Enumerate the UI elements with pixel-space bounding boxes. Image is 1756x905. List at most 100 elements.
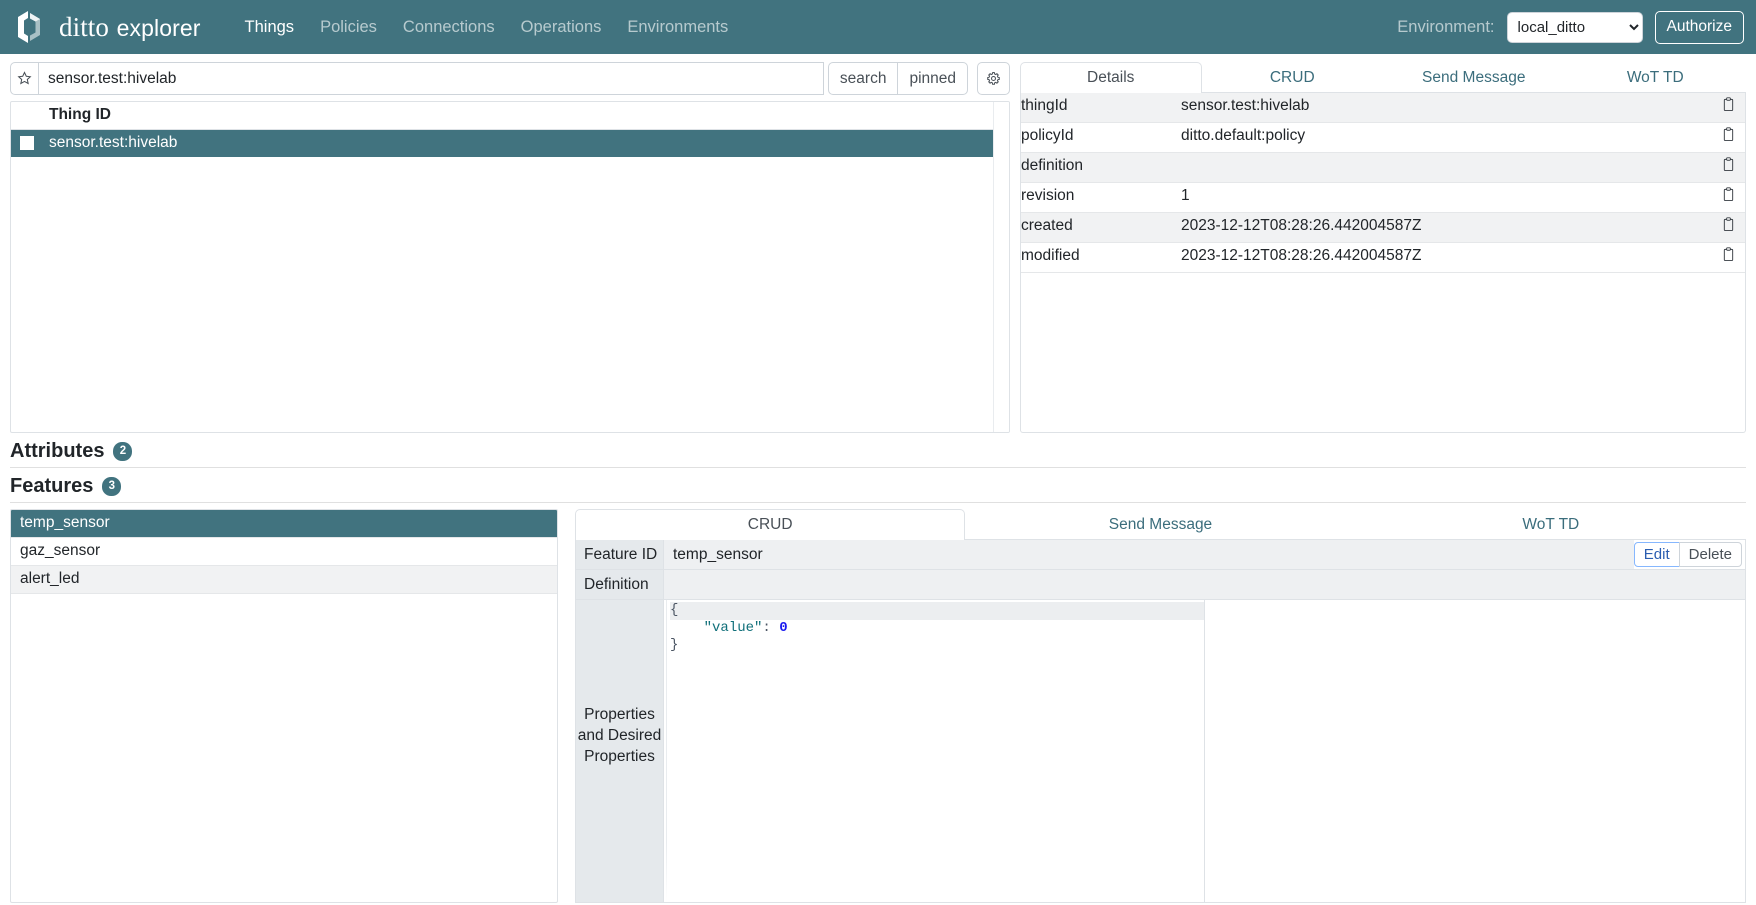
json-brace-close: } bbox=[670, 637, 679, 653]
definition-value[interactable] bbox=[664, 570, 1745, 599]
desired-properties-editor[interactable] bbox=[1205, 600, 1745, 902]
definition-row: Definition bbox=[576, 570, 1745, 600]
clipboard-icon[interactable] bbox=[1722, 157, 1735, 177]
properties-label: Properties and Desired Properties bbox=[576, 600, 664, 902]
edit-button[interactable]: Edit bbox=[1633, 542, 1680, 567]
row-checkbox-cell bbox=[11, 130, 41, 158]
tab-details[interactable]: Details bbox=[1020, 62, 1202, 93]
nav-link-policies[interactable]: Policies bbox=[320, 18, 377, 37]
environment-select[interactable]: local_ditto bbox=[1506, 11, 1643, 43]
gear-icon[interactable] bbox=[977, 62, 1010, 95]
attributes-count-badge: 2 bbox=[113, 442, 133, 461]
clipboard-icon[interactable] bbox=[1722, 247, 1735, 267]
brand-primary: ditto bbox=[59, 11, 110, 42]
feature-id-row: Feature ID temp_sensor Edit Delete bbox=[576, 540, 1745, 570]
feature-tabs: CRUD Send Message WoT TD bbox=[575, 509, 1746, 540]
code-line-open: { bbox=[670, 602, 1204, 620]
editor-fade-overlay bbox=[664, 842, 1204, 902]
authorize-button[interactable]: Authorize bbox=[1654, 10, 1744, 44]
copy-cell bbox=[1711, 93, 1745, 123]
features-area: temp_sensor gaz_sensor alert_led CRUD Se… bbox=[0, 503, 1756, 903]
thing-details-table: thingId sensor.test:hivelab policyId dit… bbox=[1021, 93, 1745, 273]
properties-code: { "value": 0} bbox=[664, 600, 1204, 655]
properties-editor[interactable]: { "value": 0} bbox=[664, 600, 1205, 902]
copy-cell bbox=[1711, 122, 1745, 153]
list-item[interactable]: alert_led bbox=[11, 566, 557, 594]
json-colon: : bbox=[762, 619, 771, 636]
thing-table-header-row: Thing ID bbox=[11, 102, 1009, 130]
feature-tab-send-message[interactable]: Send Message bbox=[965, 509, 1355, 540]
star-icon[interactable] bbox=[10, 62, 39, 95]
list-item[interactable]: gaz_sensor bbox=[11, 538, 557, 566]
thing-list-scrollbar[interactable] bbox=[993, 102, 1009, 432]
detail-key: policyId bbox=[1021, 122, 1181, 153]
json-key: "value" bbox=[703, 619, 763, 636]
thing-tabs: Details CRUD Send Message WoT TD bbox=[1020, 62, 1746, 93]
detail-key: definition bbox=[1021, 152, 1181, 183]
top-area: search pinned Thing ID bbox=[0, 54, 1756, 433]
tab-wot-td[interactable]: WoT TD bbox=[1565, 62, 1747, 93]
thing-search-column: search pinned Thing ID bbox=[10, 62, 1010, 433]
feature-tab-wot-td[interactable]: WoT TD bbox=[1356, 509, 1746, 540]
select-all-column bbox=[11, 102, 41, 130]
copy-cell bbox=[1711, 242, 1745, 273]
table-row[interactable]: sensor.test:hivelab bbox=[11, 129, 1009, 158]
feature-list: temp_sensor gaz_sensor alert_led bbox=[10, 509, 558, 903]
detail-value: 1 bbox=[1181, 182, 1711, 213]
detail-key: revision bbox=[1021, 182, 1181, 213]
json-number: 0 bbox=[779, 619, 788, 636]
copy-cell bbox=[1711, 212, 1745, 243]
environment-label: Environment: bbox=[1397, 17, 1495, 36]
thing-table: Thing ID sensor.test:hivelab bbox=[11, 102, 1009, 157]
nav-link-operations[interactable]: Operations bbox=[521, 18, 602, 37]
thing-detail-column: Details CRUD Send Message WoT TD thingId… bbox=[1010, 62, 1746, 433]
pinned-button[interactable]: pinned bbox=[897, 62, 968, 95]
table-row: revision 1 bbox=[1021, 182, 1745, 213]
detail-key: created bbox=[1021, 212, 1181, 243]
delete-button[interactable]: Delete bbox=[1678, 542, 1742, 567]
detail-value: ditto.default:policy bbox=[1181, 122, 1711, 153]
nav-link-environments[interactable]: Environments bbox=[627, 18, 728, 37]
clipboard-icon[interactable] bbox=[1722, 187, 1735, 207]
feature-actions: Edit Delete bbox=[1633, 540, 1745, 569]
navbar-right: Environment: local_ditto Authorize bbox=[1397, 10, 1744, 44]
brand-secondary: explorer bbox=[116, 14, 201, 41]
search-button[interactable]: search bbox=[827, 62, 899, 95]
features-count-badge: 3 bbox=[102, 477, 122, 496]
nav-link-connections[interactable]: Connections bbox=[403, 18, 495, 37]
tab-send-message[interactable]: Send Message bbox=[1383, 62, 1565, 93]
search-input[interactable] bbox=[39, 62, 824, 95]
desired-properties-code bbox=[1205, 600, 1745, 602]
table-row: created 2023-12-12T08:28:26.442004587Z bbox=[1021, 212, 1745, 243]
copy-cell bbox=[1711, 182, 1745, 213]
detail-key: modified bbox=[1021, 242, 1181, 273]
properties-editor-row: Properties and Desired Properties { "val… bbox=[576, 600, 1745, 902]
nav-links: Things Policies Connections Operations E… bbox=[245, 18, 729, 37]
code-line-value: "value": 0 bbox=[670, 620, 1204, 638]
table-row: definition bbox=[1021, 152, 1745, 183]
clipboard-icon[interactable] bbox=[1722, 217, 1735, 237]
brand[interactable]: ditto explorer bbox=[10, 9, 201, 45]
row-checkbox[interactable] bbox=[20, 135, 34, 150]
editor-fade-overlay-2 bbox=[1205, 842, 1745, 902]
attributes-section-header[interactable]: Attributes 2 bbox=[10, 437, 1746, 468]
feature-tab-crud[interactable]: CRUD bbox=[575, 509, 966, 540]
nav-link-things[interactable]: Things bbox=[245, 18, 295, 37]
editor-gutter bbox=[664, 600, 667, 902]
code-line-close: } bbox=[670, 637, 1204, 655]
detail-value: 2023-12-12T08:28:26.442004587Z bbox=[1181, 212, 1711, 243]
thing-details-card: thingId sensor.test:hivelab policyId dit… bbox=[1020, 93, 1746, 433]
search-row: search pinned bbox=[10, 62, 1010, 95]
attributes-title: Attributes bbox=[10, 440, 105, 462]
clipboard-icon[interactable] bbox=[1722, 127, 1735, 147]
clipboard-icon[interactable] bbox=[1722, 97, 1735, 117]
list-item[interactable]: temp_sensor bbox=[11, 510, 557, 538]
json-brace-open: { bbox=[670, 602, 679, 618]
thing-id-cell: sensor.test:hivelab bbox=[49, 134, 178, 151]
ditto-logo-icon bbox=[10, 9, 50, 45]
detail-value: sensor.test:hivelab bbox=[1181, 93, 1711, 123]
column-header-thing-id: Thing ID bbox=[41, 102, 1009, 130]
tab-crud[interactable]: CRUD bbox=[1202, 62, 1384, 93]
features-section-header[interactable]: Features 3 bbox=[10, 472, 1746, 503]
feature-crud-card: Feature ID temp_sensor Edit Delete Defin… bbox=[575, 540, 1746, 903]
